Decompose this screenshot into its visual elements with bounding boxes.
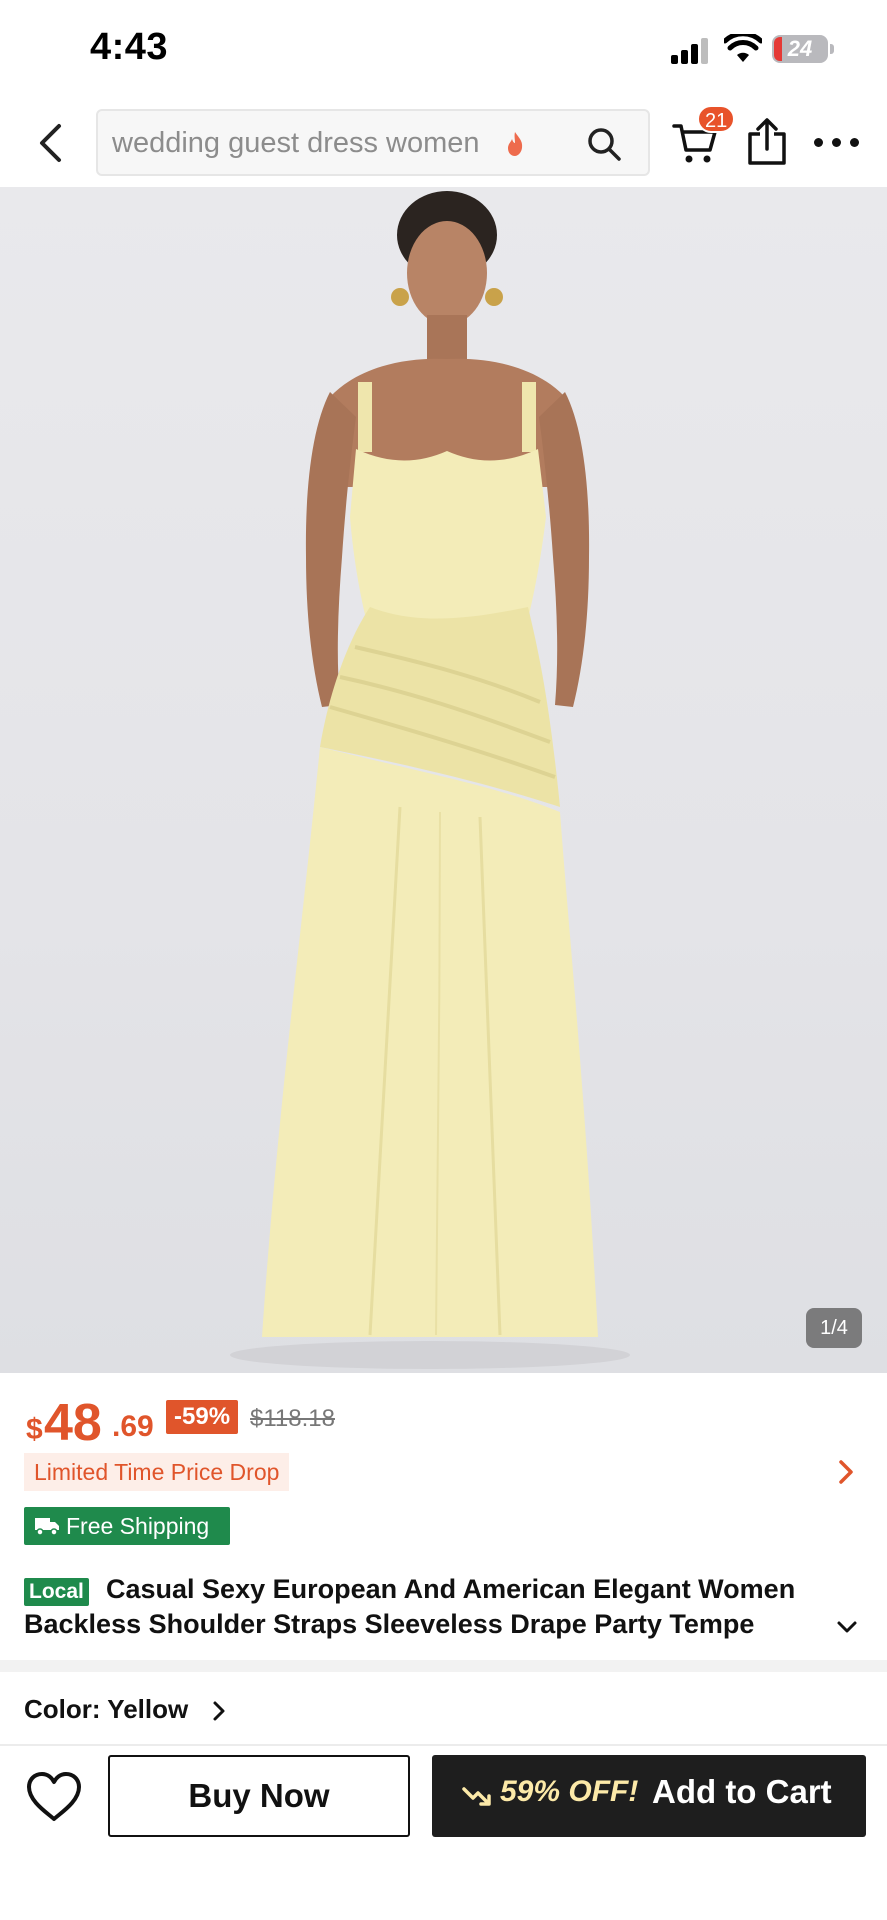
discount-badge: -59% <box>166 1400 239 1434</box>
image-counter: 1/4 <box>806 1308 862 1348</box>
chevron-left-icon <box>40 124 61 162</box>
product-title-line1: Casual Sexy European And American Elegan… <box>106 1574 796 1604</box>
buy-now-button[interactable]: Buy Now <box>108 1755 410 1837</box>
battery-icon: 24 <box>772 35 828 63</box>
product-title-line2: Backless Shoulder Straps Sleeveless Drap… <box>24 1609 755 1639</box>
signal-icon <box>671 38 708 64</box>
battery-level: 24 <box>787 36 813 61</box>
share-icon[interactable] <box>746 118 788 166</box>
price-integer: 48 <box>44 1394 102 1452</box>
trending-flame-icon <box>508 132 523 156</box>
color-selector[interactable]: Color: Yellow <box>24 1694 225 1730</box>
cart-count-badge: 21 <box>697 105 736 133</box>
search-icon[interactable] <box>586 126 622 162</box>
back-button[interactable] <box>28 118 72 168</box>
more-options-icon[interactable] <box>814 136 860 150</box>
price-row: $ 48 .69 -59% $118.18 <box>26 1393 866 1452</box>
section-divider <box>0 1660 887 1672</box>
search-placeholder: wedding guest dress women <box>112 127 480 159</box>
color-label: Color: Yellow <box>24 1694 189 1724</box>
dress-model-illustration <box>230 191 630 1369</box>
action-bar: Buy Now 59% OFF! Add to Cart <box>0 1746 887 1856</box>
price-currency: $ <box>26 1413 43 1446</box>
chevron-down-icon[interactable] <box>836 1620 858 1634</box>
status-time: 4:43 <box>90 26 169 68</box>
status-bar: 4:43 24 <box>0 0 887 100</box>
truck-icon <box>35 1518 59 1536</box>
product-title[interactable]: Local Casual Sexy European And American … <box>24 1572 864 1642</box>
free-shipping-badge: Free Shipping <box>24 1507 230 1545</box>
price-drop-row[interactable]: Limited Time Price Drop <box>24 1453 864 1491</box>
add-to-cart-button[interactable]: 59% OFF! Add to Cart <box>432 1755 866 1837</box>
price-drop-badge: Limited Time Price Drop <box>24 1453 290 1491</box>
chevron-right-icon <box>839 1460 853 1484</box>
offer-label: 59% OFF! <box>500 1775 639 1808</box>
search-input[interactable]: wedding guest dress women <box>96 109 650 176</box>
trend-down-icon <box>462 1787 491 1806</box>
original-price: $118.18 <box>250 1405 335 1432</box>
free-shipping-label: Free Shipping <box>66 1513 210 1539</box>
battery-cap <box>830 44 834 54</box>
heart-icon[interactable] <box>26 1771 82 1823</box>
wifi-icon <box>724 34 762 62</box>
product-image[interactable] <box>0 187 887 1373</box>
price-decimal: .69 <box>112 1410 154 1443</box>
add-to-cart-label: Add to Cart <box>652 1773 832 1810</box>
chevron-right-icon <box>213 1701 225 1721</box>
local-badge: Local <box>24 1578 89 1606</box>
top-nav: wedding guest dress women 21 <box>0 100 887 187</box>
